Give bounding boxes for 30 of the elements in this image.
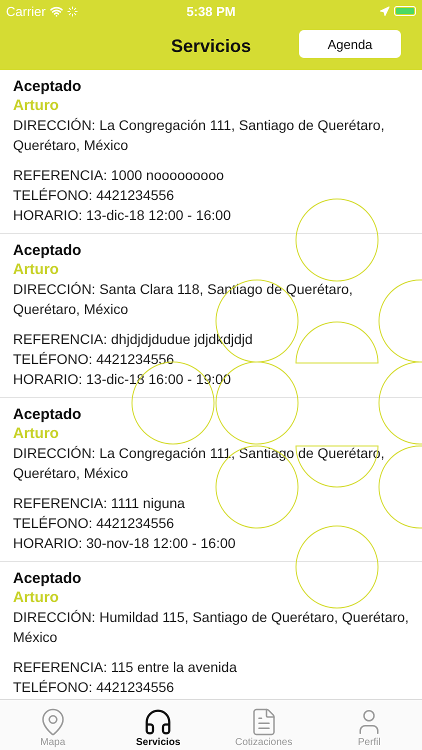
- service-detail: REFERENCIA: 1000 nooooooooo: [13, 166, 225, 185]
- headset-icon: [143, 707, 174, 737]
- service-detail: REFERENCIA: 115 entre la avenida: [13, 658, 238, 677]
- service-detail: TELÉFONO: 4421234556: [13, 350, 176, 369]
- service-detail: TELÉFONO: 4421234556: [13, 186, 176, 205]
- client-name: Arturo: [13, 425, 60, 443]
- service-status: Aceptado: [13, 241, 82, 261]
- service-detail: TELÉFONO: 4421234556: [13, 678, 176, 697]
- client-name: Arturo: [13, 261, 60, 279]
- service-status: Aceptado: [13, 569, 82, 589]
- service-detail: HORARIO: 30-nov-18 12:00 - 16:00: [13, 534, 237, 553]
- service-address: DIRECCIÓN: La Congregación 111, Santiago de Querétaro, Querétaro, México: [13, 116, 386, 155]
- carrier-name: Carrier: [6, 4, 46, 18]
- battery-icon: [394, 6, 416, 16]
- client-name: Arturo: [13, 97, 60, 115]
- location-icon: [379, 6, 390, 16]
- wifi-icon: [50, 4, 63, 18]
- client-name: Arturo: [13, 589, 60, 607]
- service-detail: HORARIO: 13-dic-18 12:00 - 16:00: [13, 206, 232, 225]
- service-card[interactable]: Aceptado Arturo DIRECCIÓN: La Congregación 111, Santiago de Querétaro, Querétaro, México REFERENCIA: 1000 nooooooooo TELÉFONO: 4421234556 HORARIO: 13-dic-18 12:00 - 16:00: [0, 70, 422, 234]
- service-status: Aceptado: [13, 77, 82, 97]
- service-detail: TELÉFONO: 4421234556: [13, 514, 176, 533]
- agenda-button[interactable]: Agenda: [299, 30, 401, 58]
- activity-spinner-icon: [66, 6, 78, 16]
- service-status: Aceptado: [13, 405, 82, 425]
- service-detail: REFERENCIA: 1111 niguna: [13, 494, 186, 513]
- status-time: 5:38 PM: [186, 4, 236, 18]
- service-address: DIRECCIÓN: Humildad 115, Santiago de Querétaro, Querétaro, México: [13, 608, 409, 647]
- screen-title: Servicios: [170, 36, 252, 56]
- tab-item[interactable]: Servicios: [106, 700, 211, 750]
